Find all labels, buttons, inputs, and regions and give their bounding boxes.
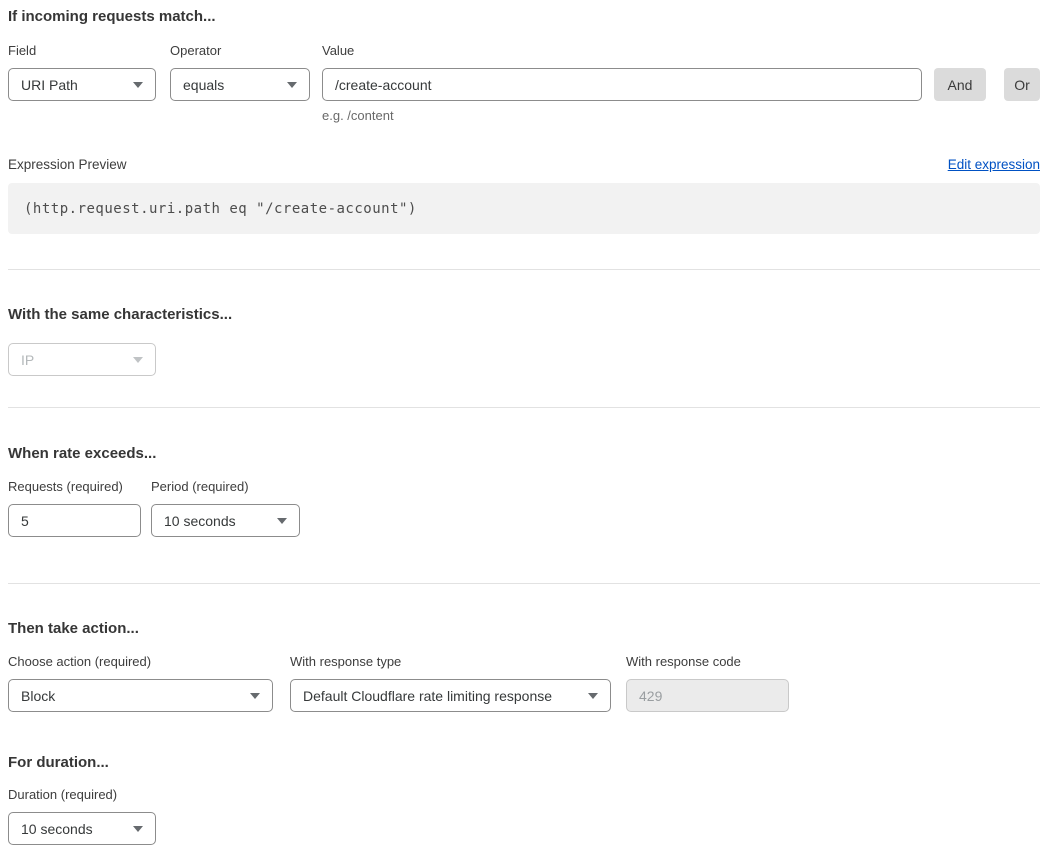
response-code-input bbox=[626, 679, 789, 712]
field-select-value: URI Path bbox=[21, 77, 78, 93]
expression-preview-code: (http.request.uri.path eq "/create-accou… bbox=[8, 183, 1040, 234]
chevron-down-icon bbox=[133, 82, 143, 88]
chevron-down-icon bbox=[588, 693, 598, 699]
action-row: Choose action (required) Block With resp… bbox=[8, 654, 1040, 712]
action-select-value: Block bbox=[21, 688, 55, 704]
period-label: Period (required) bbox=[151, 479, 300, 494]
chevron-down-icon bbox=[133, 826, 143, 832]
section-take-action: Then take action... Choose action (requi… bbox=[8, 620, 1040, 712]
section-heading-rate: When rate exceeds... bbox=[8, 445, 1040, 463]
value-input[interactable] bbox=[322, 68, 922, 101]
and-button[interactable]: And bbox=[934, 68, 986, 101]
expression-preview-row: Expression Preview Edit expression bbox=[8, 157, 1040, 172]
characteristic-select: IP bbox=[8, 343, 156, 376]
edit-expression-link[interactable]: Edit expression bbox=[948, 157, 1040, 172]
response-type-select-value: Default Cloudflare rate limiting respons… bbox=[303, 688, 552, 704]
section-heading-match: If incoming requests match... bbox=[8, 8, 1040, 26]
requests-label: Requests (required) bbox=[8, 479, 141, 494]
section-heading-duration: For duration... bbox=[8, 754, 1040, 772]
response-type-label: With response type bbox=[290, 654, 611, 669]
divider bbox=[8, 583, 1040, 584]
period-select[interactable]: 10 seconds bbox=[151, 504, 300, 537]
field-label: Field bbox=[8, 43, 156, 58]
operator-label: Operator bbox=[170, 43, 310, 58]
duration-select[interactable]: 10 seconds bbox=[8, 812, 156, 845]
divider bbox=[8, 407, 1040, 408]
chevron-down-icon bbox=[277, 518, 287, 524]
requests-input[interactable] bbox=[8, 504, 141, 537]
choose-action-label: Choose action (required) bbox=[8, 654, 273, 669]
helper-row: e.g. /content bbox=[8, 101, 1040, 123]
response-code-label: With response code bbox=[626, 654, 789, 669]
section-heading-action: Then take action... bbox=[8, 620, 1040, 638]
chevron-down-icon bbox=[250, 693, 260, 699]
section-rate-exceeds: When rate exceeds... Requests (required)… bbox=[8, 445, 1040, 537]
or-button[interactable]: Or bbox=[1004, 68, 1040, 101]
divider bbox=[8, 269, 1040, 270]
duration-select-value: 10 seconds bbox=[21, 821, 93, 837]
response-type-select[interactable]: Default Cloudflare rate limiting respons… bbox=[290, 679, 611, 712]
chevron-down-icon bbox=[287, 82, 297, 88]
period-select-value: 10 seconds bbox=[164, 513, 236, 529]
operator-select-value: equals bbox=[183, 77, 224, 93]
characteristic-select-value: IP bbox=[21, 352, 34, 368]
section-for-duration: For duration... Duration (required) 10 s… bbox=[8, 754, 1040, 845]
value-label: Value bbox=[322, 43, 922, 58]
rate-row: Requests (required) Period (required) 10… bbox=[8, 479, 1040, 537]
chevron-down-icon bbox=[133, 357, 143, 363]
match-condition-row: Field URI Path Operator equals Value And… bbox=[8, 43, 1040, 101]
section-same-characteristics: With the same characteristics... IP bbox=[8, 306, 1040, 376]
section-incoming-requests-match: If incoming requests match... Field URI … bbox=[8, 8, 1040, 234]
duration-label: Duration (required) bbox=[8, 787, 156, 802]
section-heading-characteristics: With the same characteristics... bbox=[8, 306, 1040, 324]
operator-select[interactable]: equals bbox=[170, 68, 310, 101]
field-select[interactable]: URI Path bbox=[8, 68, 156, 101]
expression-preview-label: Expression Preview bbox=[8, 157, 127, 172]
rate-limit-rule-form: If incoming requests match... Field URI … bbox=[0, 0, 1048, 845]
action-select[interactable]: Block bbox=[8, 679, 273, 712]
value-helper-text: e.g. /content bbox=[322, 108, 922, 123]
